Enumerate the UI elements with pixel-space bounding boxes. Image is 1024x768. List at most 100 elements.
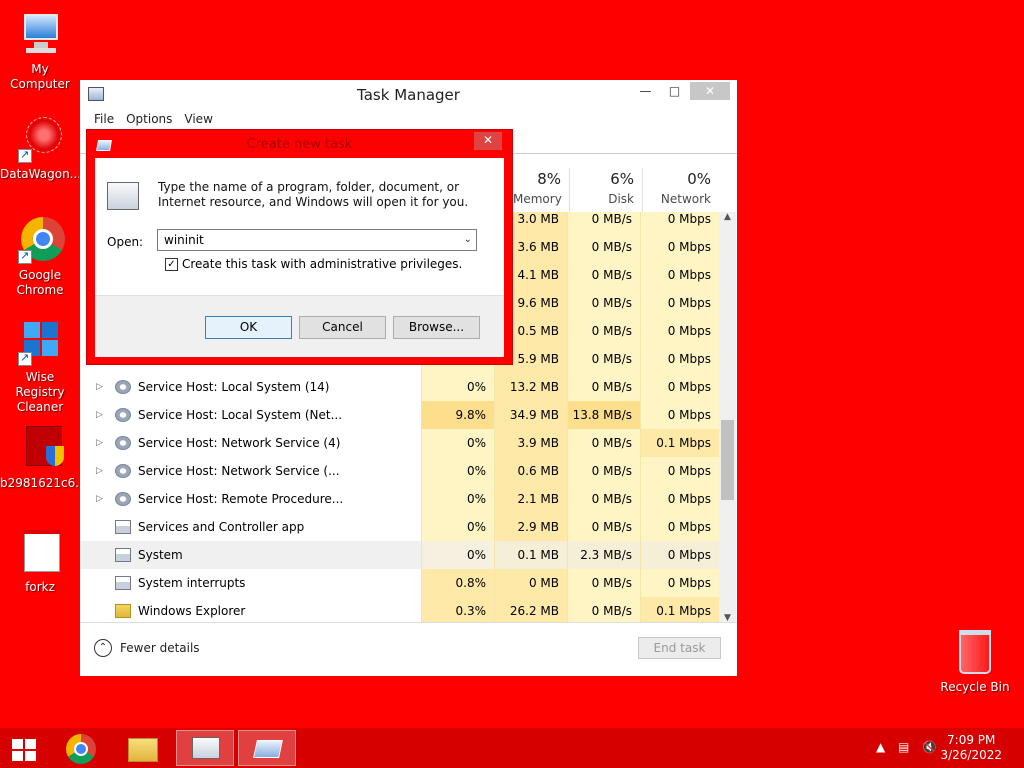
table-row[interactable]: ▷ Service Host: Remote Procedure... 0% 2.1 …	[80, 485, 719, 513]
process-mem-cell: 2.9 MB	[494, 513, 567, 541]
cancel-button[interactable]: Cancel	[299, 316, 386, 339]
process-mem-cell: 13.2 MB	[494, 373, 567, 401]
dialog-close-button[interactable]: ✕	[474, 132, 502, 150]
expand-chevron-icon[interactable]: ▷	[96, 429, 103, 457]
process-name-cell: ▷ Service Host: Remote Procedure...	[80, 485, 421, 513]
table-row[interactable]: System 0% 0.1 MB 2.3 MB/s 0 Mbps	[80, 541, 719, 569]
browse-button[interactable]: Browse...	[393, 316, 480, 339]
network-icon[interactable]: ▤	[898, 740, 909, 754]
process-cpu-cell: 0%	[421, 457, 494, 485]
process-net-cell: 0 Mbps	[640, 541, 719, 569]
minimize-button[interactable]: —	[632, 82, 659, 100]
dialog-body: Type the name of a program, folder, docu…	[95, 158, 504, 357]
clock-date: 3/26/2022	[940, 748, 1002, 762]
menu-file[interactable]: File	[88, 112, 120, 126]
process-name: Service Host: Remote Procedure...	[138, 492, 344, 506]
start-button[interactable]	[0, 730, 48, 766]
table-row[interactable]: ▷ Service Host: Network Service (4) 0% 3.9 …	[80, 429, 719, 457]
taskbar-run-dialog[interactable]	[238, 730, 296, 766]
clock-time: 7:09 PM	[947, 733, 996, 747]
process-cpu-cell: 0%	[421, 513, 494, 541]
service-gear-icon	[115, 492, 131, 506]
table-row[interactable]: Windows Explorer 0.3% 26.2 MB 0 MB/s 0.1 Mbp…	[80, 597, 719, 623]
table-row[interactable]: System interrupts 0.8% 0 MB 0 MB/s 0 Mbps	[80, 569, 719, 597]
vertical-scrollbar[interactable]: ▲ ▼	[719, 212, 736, 623]
disk-percent: 6%	[610, 170, 634, 188]
column-header-memory[interactable]: 8% Memory	[512, 168, 569, 212]
process-cpu-cell: 0%	[421, 373, 494, 401]
admin-privileges-checkbox[interactable]: ✓	[165, 257, 178, 271]
process-cpu-cell: 0.3%	[421, 597, 494, 623]
desktop-icon-forkz[interactable]: forkz	[0, 528, 80, 595]
maximize-button[interactable]: □	[661, 82, 688, 100]
ok-button[interactable]: OK	[205, 316, 292, 339]
fewer-details-button[interactable]: ⌃ Fewer details	[94, 639, 200, 657]
process-name: Service Host: Network Service (4)	[138, 436, 341, 450]
open-combobox[interactable]: wininit ⌄	[157, 229, 477, 251]
process-name-cell: Windows Explorer	[80, 597, 421, 623]
table-row[interactable]: ▷ Service Host: Local System (Net... 9.8% 3…	[80, 401, 719, 429]
desktop-icon-datawagon[interactable]: DataWagon...	[0, 115, 81, 182]
show-hidden-icons-icon[interactable]: ▲	[876, 740, 885, 754]
create-new-task-dialog: Create new task ✕ Type the name of a pro…	[86, 129, 513, 365]
desktop-icon-google-chrome[interactable]: Google Chrome	[0, 216, 80, 298]
process-mem-cell: 2.1 MB	[494, 485, 567, 513]
desktop-icon-label: Wise Registry Cleaner	[15, 370, 65, 414]
volume-muted-icon[interactable]: 🔇	[922, 740, 937, 754]
datawagon-icon	[16, 115, 64, 163]
close-button[interactable]: ✕	[690, 82, 730, 100]
process-net-cell: 0 Mbps	[640, 457, 719, 485]
process-name-cell: ▷ Service Host: Network Service (...	[80, 457, 421, 485]
menu-options[interactable]: Options	[120, 112, 178, 126]
process-name-cell: System	[80, 541, 421, 569]
task-manager-titlebar[interactable]: Task Manager — □ ✕	[80, 80, 737, 108]
desktop-icon-installer[interactable]: b2981621c6...	[0, 424, 87, 491]
column-header-disk[interactable]: 6% Disk	[569, 168, 642, 212]
task-manager-footer: ⌃ Fewer details End task	[80, 622, 737, 676]
expand-chevron-icon[interactable]: ▷	[96, 457, 103, 485]
process-disk-cell: 13.8 MB/s	[567, 401, 640, 429]
process-disk-cell: 0 MB/s	[567, 485, 640, 513]
process-name: Service Host: Local System (14)	[138, 380, 330, 394]
service-gear-icon	[115, 380, 131, 394]
clock[interactable]: 7:09 PM 3/26/2022	[940, 733, 1002, 763]
process-name-cell: Services and Controller app	[80, 513, 421, 541]
process-disk-cell: 0 MB/s	[567, 261, 640, 289]
process-disk-cell: 0 MB/s	[567, 317, 640, 345]
process-net-cell: 0 Mbps	[640, 261, 719, 289]
chevron-down-icon[interactable]: ⌄	[464, 230, 472, 250]
open-value[interactable]: wininit	[164, 233, 204, 247]
taskbar-chrome[interactable]	[52, 730, 110, 766]
scroll-up-icon[interactable]: ▲	[719, 212, 736, 222]
installer-icon	[16, 424, 64, 472]
process-net-cell: 0 Mbps	[640, 513, 719, 541]
desktop-icon-wise-registry-cleaner[interactable]: Wise Registry Cleaner	[0, 318, 80, 415]
expand-chevron-icon[interactable]: ▷	[96, 373, 103, 401]
chevron-up-icon: ⌃	[94, 639, 112, 657]
recycle-bin-icon	[959, 630, 991, 674]
chrome-icon	[66, 734, 96, 764]
menu-view[interactable]: View	[178, 112, 218, 126]
column-header-network[interactable]: 0% Network	[642, 168, 719, 212]
taskbar-task-manager[interactable]	[176, 730, 234, 766]
desktop-icon-recycle-bin[interactable]: Recycle Bin	[940, 630, 1010, 694]
process-mem-cell: 26.2 MB	[494, 597, 567, 623]
expand-chevron-icon[interactable]: ▷	[96, 485, 103, 513]
table-row[interactable]: ▷ Service Host: Network Service (... 0% 0.6…	[80, 457, 719, 485]
process-name: System interrupts	[138, 576, 246, 590]
expand-chevron-icon[interactable]: ▷	[96, 401, 103, 429]
table-row[interactable]: Services and Controller app 0% 2.9 MB 0 MB/…	[80, 513, 719, 541]
taskbar: ▲ ▤ 🔇 7:09 PM 3/26/2022	[0, 728, 1024, 768]
desktop-icon-my-computer[interactable]: My Computer	[0, 10, 80, 92]
taskbar-file-explorer[interactable]	[114, 730, 172, 766]
folder-icon	[128, 738, 158, 762]
admin-privileges-option[interactable]: ✓ Create this task with administrative p…	[165, 257, 462, 271]
end-task-button[interactable]: End task	[638, 637, 721, 659]
process-name: Services and Controller app	[138, 520, 305, 534]
table-row[interactable]: ▷ Service Host: Local System (14) 0% 13.2 M…	[80, 373, 719, 401]
process-disk-cell: 0 MB/s	[567, 212, 640, 233]
scroll-thumb[interactable]	[721, 420, 734, 500]
task-manager-large-icon	[107, 182, 139, 210]
service-gear-icon	[115, 408, 131, 422]
process-disk-cell: 0 MB/s	[567, 457, 640, 485]
